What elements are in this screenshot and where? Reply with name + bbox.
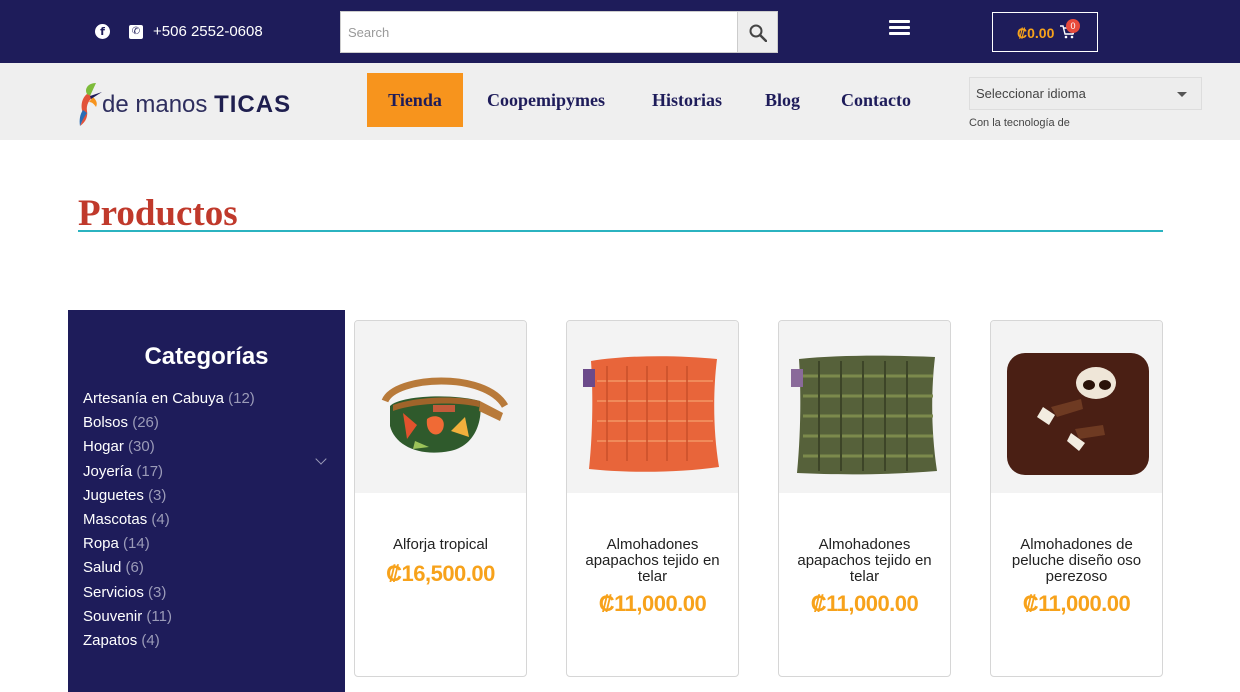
- nav-item-historias[interactable]: Historias: [641, 73, 733, 127]
- product-card[interactable]: Alforja tropical ₡16,500.00: [354, 320, 527, 677]
- product-price: ₡11,000.00: [810, 591, 919, 616]
- category-item-mascotas[interactable]: Mascotas (4): [83, 508, 255, 532]
- category-item-zapatos[interactable]: Zapatos (4): [83, 629, 255, 653]
- category-item-joyeria[interactable]: Joyería (17): [83, 460, 255, 484]
- product-image[interactable]: [355, 321, 526, 493]
- category-name: Souvenir: [83, 607, 143, 625]
- category-name: Juguetes: [83, 486, 144, 504]
- hummingbird-logo-icon: [79, 83, 102, 126]
- category-count: (14): [123, 535, 150, 553]
- categories-sidebar: Categorías Artesanía en Cabuya (12) Bols…: [68, 310, 345, 692]
- cart-total: ₡0.00: [1017, 25, 1055, 41]
- category-count: (17): [136, 462, 164, 480]
- product-name[interactable]: Almohadones apapachos tejido en telar: [785, 537, 944, 585]
- title-divider: [78, 230, 1163, 232]
- category-item-juguetes[interactable]: Juguetes (3): [83, 484, 255, 508]
- category-item-bolsos[interactable]: Bolsos (26): [83, 411, 255, 435]
- top-bar: f ✆ +506 2552-0608 ₡0.00 0: [0, 0, 1240, 63]
- category-name: Artesanía en Cabuya: [83, 390, 224, 407]
- nav-item-blog[interactable]: Blog: [756, 73, 809, 127]
- category-name: Salud: [83, 559, 122, 577]
- nav-item-tienda[interactable]: Tienda: [367, 73, 463, 127]
- product-card[interactable]: Almohadones de peluche diseño oso perezo…: [990, 320, 1163, 677]
- logo[interactable]: de manos TICAS: [74, 80, 304, 128]
- category-count: (30): [128, 438, 155, 456]
- product-image[interactable]: [567, 321, 738, 493]
- product-name[interactable]: Almohadones apapachos tejido en telar: [573, 537, 732, 585]
- category-item-servicios[interactable]: Servicios (3): [83, 581, 255, 605]
- category-count: (4): [151, 510, 170, 528]
- chevron-down-icon: [1177, 92, 1187, 97]
- category-name: Joyería: [83, 462, 133, 480]
- product-card[interactable]: Almohadones apapachos tejido en telar ₡1…: [778, 320, 951, 677]
- language-select[interactable]: Seleccionar idioma: [969, 77, 1202, 110]
- chevron-down-icon[interactable]: [315, 453, 327, 465]
- cart-count-badge: 0: [1066, 19, 1080, 33]
- search-button[interactable]: [737, 11, 778, 53]
- product-image[interactable]: [991, 321, 1162, 493]
- product-price: ₡11,000.00: [1022, 591, 1131, 616]
- nav-item-contacto[interactable]: Contacto: [832, 73, 920, 127]
- category-count: (11): [146, 607, 172, 625]
- category-list: Artesanía en Cabuya (12) Bolsos (26) Hog…: [83, 387, 255, 653]
- phone-icon: ✆: [129, 25, 143, 39]
- product-name[interactable]: Alforja tropical: [361, 537, 520, 553]
- sloth-pillow-image: [991, 321, 1162, 493]
- category-name: Servicios: [83, 583, 144, 601]
- product-image[interactable]: [779, 321, 950, 493]
- powered-by-text: Con la tecnología de: [969, 117, 1070, 129]
- category-item-hogar[interactable]: Hogar (30): [83, 435, 255, 459]
- category-name: Hogar: [83, 438, 124, 456]
- hamburger-menu-icon[interactable]: [889, 20, 910, 38]
- category-item-salud[interactable]: Salud (6): [83, 556, 255, 580]
- category-name: Zapatos: [83, 631, 138, 649]
- facebook-icon[interactable]: f: [95, 24, 110, 39]
- search-icon: [749, 24, 767, 42]
- logo-text-bold: TICAS: [214, 91, 292, 118]
- nav-item-coopemipymes[interactable]: Coopemipymes: [474, 73, 618, 127]
- search-input[interactable]: [340, 11, 738, 53]
- sidebar-title: Categorías: [144, 343, 269, 370]
- orange-pillow-image: [567, 321, 738, 493]
- product-price: ₡16,500.00: [386, 561, 495, 586]
- nav-bar: de manos TICAS Tienda Coopemipymes Histo…: [0, 63, 1240, 140]
- phone-number[interactable]: +506 2552-0608: [153, 22, 263, 42]
- category-item-artesania-en-cabuya[interactable]: Artesanía en Cabuya (12): [83, 387, 255, 411]
- logo-text: de manos TICAS: [102, 90, 291, 120]
- category-name: Bolsos: [83, 414, 129, 432]
- product-name[interactable]: Almohadones de peluche diseño oso perezo…: [997, 537, 1156, 585]
- category-name: Mascotas: [83, 510, 148, 528]
- category-count: (3): [148, 583, 167, 601]
- category-item-souvenir[interactable]: Souvenir (11): [83, 605, 255, 629]
- category-item-ropa[interactable]: Ropa (14): [83, 532, 255, 556]
- category-count: (4): [141, 631, 160, 649]
- product-card[interactable]: Almohadones apapachos tejido en telar ₡1…: [566, 320, 739, 677]
- language-select-label: Seleccionar idioma: [976, 86, 1086, 101]
- category-count: (6): [125, 559, 144, 577]
- cart-button[interactable]: ₡0.00 0: [992, 12, 1098, 52]
- green-pillow-image: [779, 321, 950, 493]
- logo-text-light: de manos: [102, 91, 208, 118]
- category-count: (3): [148, 486, 167, 504]
- category-count: (26): [132, 414, 159, 432]
- category-count: (12): [228, 390, 255, 407]
- fanny-pack-image: [355, 321, 526, 493]
- product-price: ₡11,000.00: [598, 591, 707, 616]
- category-name: Ropa: [83, 535, 119, 553]
